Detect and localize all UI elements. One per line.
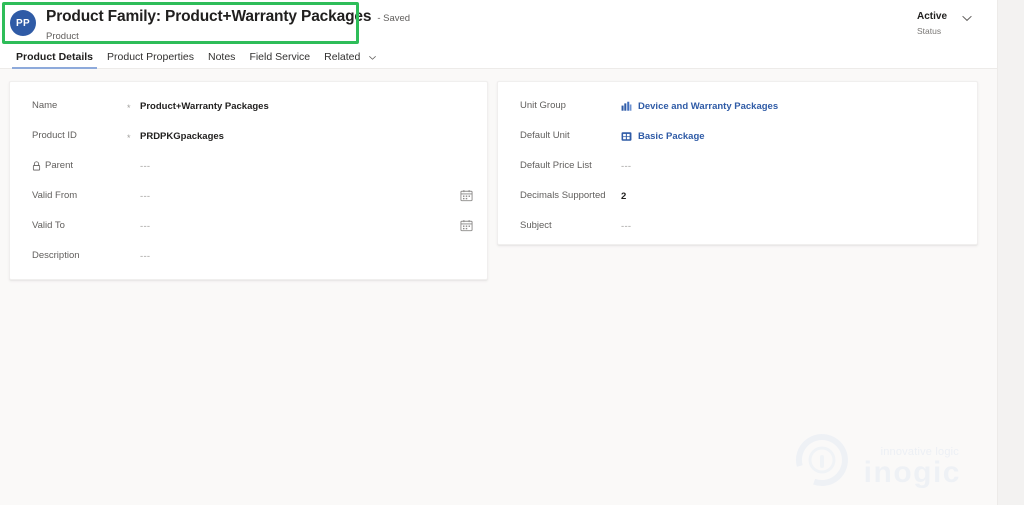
tab-label: Notes: [208, 51, 235, 63]
field-label: Decimals Supported: [520, 190, 620, 202]
field-row: Product ID * PRDPKGpackages: [10, 121, 487, 151]
field-label: Description: [32, 250, 118, 262]
field-label: Default Unit: [520, 130, 620, 142]
field-row: Default Price List ---: [498, 151, 977, 181]
required-indicator: *: [127, 134, 131, 143]
record-identity: PP Product Family: Product+Warranty Pack…: [10, 6, 410, 43]
unit-group-link-text: Device and Warranty Packages: [638, 101, 778, 112]
parent-value: ---: [140, 161, 150, 172]
lock-icon: [32, 161, 41, 171]
avatar: PP: [10, 10, 36, 36]
tab-field-service[interactable]: Field Service: [242, 46, 317, 68]
unit-section-card: Unit Group Device and Warranty Packages …: [497, 81, 978, 245]
tab-product-properties[interactable]: Product Properties: [100, 46, 201, 68]
status-field[interactable]: Active Status: [917, 11, 973, 37]
calendar-icon[interactable]: [460, 219, 473, 232]
valid-to-value[interactable]: ---: [140, 221, 150, 232]
field-row: Valid To ---: [10, 211, 487, 241]
name-value[interactable]: Product+Warranty Packages: [140, 101, 269, 112]
inogic-mark-icon: [791, 431, 853, 489]
field-label: Default Price List: [520, 160, 620, 172]
status-badge: Active: [917, 11, 947, 23]
tab-label: Field Service: [249, 51, 310, 63]
field-row: Parent ---: [10, 151, 487, 181]
record-header: PP Product Family: Product+Warranty Pack…: [0, 0, 997, 46]
field-label: Parent: [32, 160, 118, 172]
tab-notes[interactable]: Notes: [201, 46, 242, 68]
right-scroll-gutter[interactable]: [997, 0, 1024, 505]
unit-group-icon: [621, 101, 632, 112]
unit-icon: [621, 131, 632, 142]
description-value[interactable]: ---: [140, 251, 150, 262]
inogic-watermark-logo: innovative logic inogic: [791, 429, 961, 491]
entity-type-label: Product: [46, 30, 410, 43]
valid-from-value[interactable]: ---: [140, 191, 150, 202]
field-row: Unit Group Device and Warranty Packages: [498, 91, 977, 121]
tab-label: Product Properties: [107, 51, 194, 63]
decimals-supported-value[interactable]: 2: [621, 191, 626, 202]
saved-status-text: - Saved: [377, 9, 410, 28]
tab-related[interactable]: Related: [317, 46, 384, 68]
tab-list: Product Details Product Properties Notes…: [9, 46, 384, 68]
tab-label: Related: [324, 51, 360, 63]
field-row: Default Unit Basic Package: [498, 121, 977, 151]
status-text-wrap: Active Status: [917, 11, 947, 37]
calendar-icon[interactable]: [460, 189, 473, 202]
app-window: PP Product Family: Product+Warranty Pack…: [0, 0, 997, 505]
tab-product-details[interactable]: Product Details: [9, 46, 100, 68]
chevron-down-icon[interactable]: [961, 12, 973, 24]
field-row: Description ---: [10, 241, 487, 271]
required-indicator: *: [127, 104, 131, 113]
field-row: Name * Product+Warranty Packages: [10, 91, 487, 121]
watermark-tagline: innovative logic: [881, 446, 959, 458]
field-label: Unit Group: [520, 100, 620, 112]
field-row: Decimals Supported 2: [498, 181, 977, 211]
watermark-brand: inogic: [864, 456, 961, 490]
default-price-list-value[interactable]: ---: [621, 161, 631, 172]
tab-label: Product Details: [16, 51, 93, 63]
unit-group-value[interactable]: Device and Warranty Packages: [621, 101, 778, 112]
general-section-card: Name * Product+Warranty Packages Product…: [9, 81, 488, 280]
title-block: Product Family: Product+Warranty Package…: [46, 6, 410, 43]
field-label: Valid From: [32, 190, 118, 202]
page-title: Product Family: Product+Warranty Package…: [46, 7, 371, 26]
subject-value[interactable]: ---: [621, 221, 631, 232]
field-label: Subject: [520, 220, 620, 232]
default-unit-value[interactable]: Basic Package: [621, 131, 705, 142]
tab-bar: Product Details Product Properties Notes…: [0, 46, 997, 69]
status-field-label: Status: [917, 25, 947, 37]
field-row: Subject ---: [498, 211, 977, 241]
product-id-value[interactable]: PRDPKGpackages: [140, 131, 224, 142]
field-label-text: Parent: [45, 160, 73, 172]
field-label: Product ID: [32, 130, 118, 142]
chevron-down-icon[interactable]: [368, 53, 377, 62]
field-row: Valid From ---: [10, 181, 487, 211]
field-label: Name: [32, 100, 118, 112]
field-label: Valid To: [32, 220, 118, 232]
default-unit-link-text: Basic Package: [638, 131, 705, 142]
